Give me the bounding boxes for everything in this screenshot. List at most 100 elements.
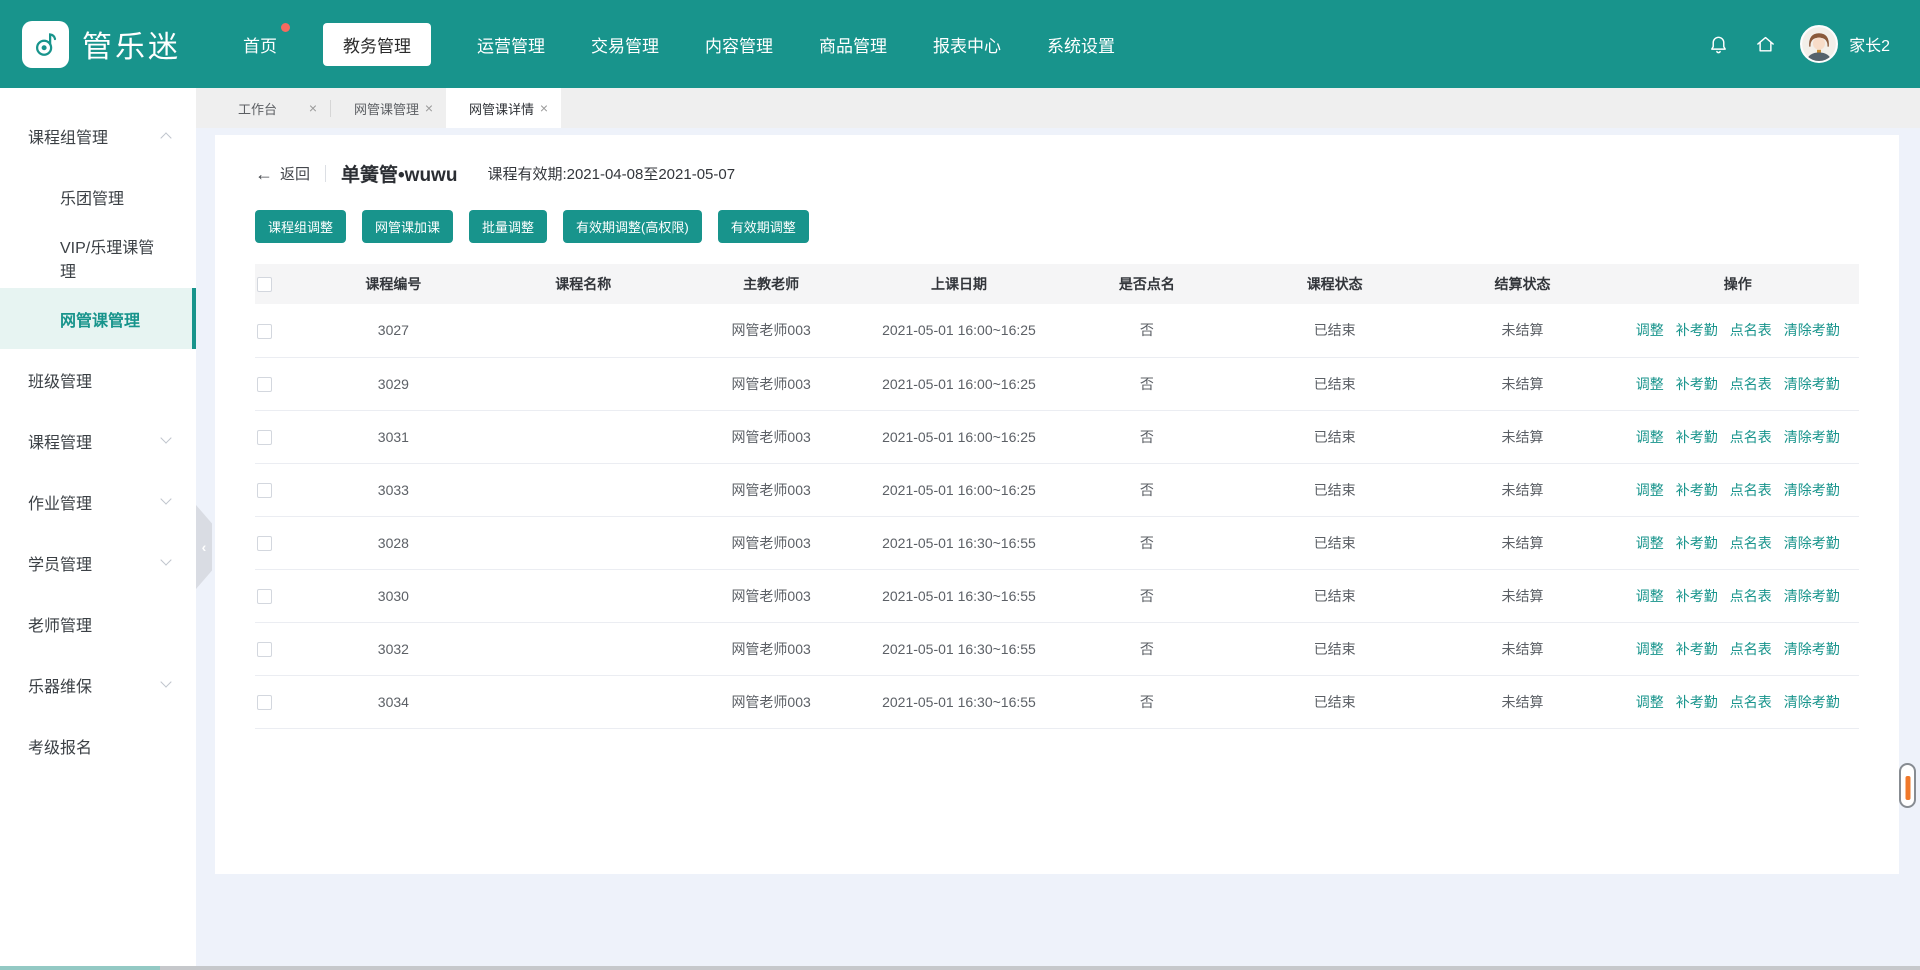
- cell-course-id: 3029: [297, 357, 489, 410]
- cell-status: 已结束: [1241, 569, 1429, 622]
- course-table: 课程编号课程名称主教老师上课日期是否点名课程状态结算状态操作 3027网管老师0…: [255, 264, 1859, 729]
- content-panel: ← 返回 单簧管•wuwu 课程有效期:2021-04-08至2021-05-0…: [215, 135, 1899, 874]
- row-action-点名表[interactable]: 点名表: [1730, 322, 1772, 338]
- row-action-清除考勤[interactable]: 清除考勤: [1784, 694, 1840, 710]
- notification-dot: [281, 23, 290, 32]
- cell-date: 2021-05-01 16:00~16:25: [865, 463, 1053, 516]
- close-icon[interactable]: ×: [540, 101, 548, 115]
- row-action-补考勤[interactable]: 补考勤: [1676, 376, 1718, 392]
- row-checkbox-cell: [255, 410, 297, 463]
- cell-operations: 调整补考勤点名表清除考勤: [1616, 516, 1859, 569]
- nav-item-教务管理[interactable]: 教务管理: [323, 23, 431, 66]
- sidebar-item-VIP/乐理课管理[interactable]: VIP/乐理课管理: [0, 227, 196, 288]
- row-action-补考勤[interactable]: 补考勤: [1676, 588, 1718, 604]
- row-checkbox[interactable]: [257, 483, 272, 498]
- sidebar-item-学员管理[interactable]: 学员管理: [0, 532, 196, 593]
- sidebar-item-课程管理[interactable]: 课程管理: [0, 410, 196, 471]
- row-action-点名表[interactable]: 点名表: [1730, 535, 1772, 551]
- sidebar: 课程组管理乐团管理VIP/乐理课管理网管课管理班级管理课程管理作业管理学员管理老…: [0, 88, 196, 970]
- horizontal-scrollbar[interactable]: [0, 966, 1920, 970]
- row-action-调整[interactable]: 调整: [1636, 588, 1664, 604]
- home-icon[interactable]: [1753, 32, 1777, 56]
- nav-item-交易管理[interactable]: 交易管理: [591, 23, 659, 66]
- row-checkbox[interactable]: [257, 536, 272, 551]
- row-action-调整[interactable]: 调整: [1636, 482, 1664, 498]
- row-action-点名表[interactable]: 点名表: [1730, 694, 1772, 710]
- avatar[interactable]: [1800, 25, 1838, 63]
- row-action-调整[interactable]: 调整: [1636, 694, 1664, 710]
- tab-网管课管理[interactable]: 网管课管理×: [331, 88, 446, 128]
- row-checkbox-cell: [255, 675, 297, 728]
- row-action-清除考勤[interactable]: 清除考勤: [1784, 535, 1840, 551]
- cell-operations: 调整补考勤点名表清除考勤: [1616, 622, 1859, 675]
- sidebar-item-课程组管理[interactable]: 课程组管理: [0, 105, 196, 166]
- row-action-调整[interactable]: 调整: [1636, 376, 1664, 392]
- cell-settle: 未结算: [1429, 357, 1617, 410]
- cell-course-id: 3032: [297, 622, 489, 675]
- row-action-点名表[interactable]: 点名表: [1730, 482, 1772, 498]
- sidebar-item-作业管理[interactable]: 作业管理: [0, 471, 196, 532]
- row-action-点名表[interactable]: 点名表: [1730, 641, 1772, 657]
- tab-网管课详情[interactable]: 网管课详情×: [446, 88, 561, 128]
- sidebar-item-班级管理[interactable]: 班级管理: [0, 349, 196, 410]
- bell-icon[interactable]: [1706, 32, 1730, 56]
- row-action-补考勤[interactable]: 补考勤: [1676, 535, 1718, 551]
- action-button-有效期调整[interactable]: 有效期调整: [718, 210, 809, 243]
- content-area: 工作台×网管课管理×网管课详情× ← 返回 单簧管•wuwu 课程有效期:202…: [196, 88, 1920, 970]
- nav-item-系统设置[interactable]: 系统设置: [1047, 23, 1115, 66]
- row-action-调整[interactable]: 调整: [1636, 641, 1664, 657]
- sidebar-item-考级报名[interactable]: 考级报名: [0, 715, 196, 776]
- row-action-点名表[interactable]: 点名表: [1730, 376, 1772, 392]
- action-button-网管课加课[interactable]: 网管课加课: [362, 210, 453, 243]
- row-action-清除考勤[interactable]: 清除考勤: [1784, 482, 1840, 498]
- sidebar-item-老师管理[interactable]: 老师管理: [0, 593, 196, 654]
- row-checkbox[interactable]: [257, 695, 272, 710]
- nav-item-商品管理[interactable]: 商品管理: [819, 23, 887, 66]
- row-action-清除考勤[interactable]: 清除考勤: [1784, 376, 1840, 392]
- action-button-课程组调整[interactable]: 课程组调整: [255, 210, 346, 243]
- tab-工作台[interactable]: 工作台×: [215, 88, 330, 128]
- row-action-补考勤[interactable]: 补考勤: [1676, 482, 1718, 498]
- row-action-补考勤[interactable]: 补考勤: [1676, 322, 1718, 338]
- back-label: 返回: [280, 163, 310, 184]
- row-checkbox[interactable]: [257, 430, 272, 445]
- sidebar-item-label: 老师管理: [28, 612, 92, 636]
- cell-rollcall: 否: [1053, 675, 1241, 728]
- cell-status: 已结束: [1241, 357, 1429, 410]
- row-checkbox[interactable]: [257, 589, 272, 604]
- row-action-清除考勤[interactable]: 清除考勤: [1784, 429, 1840, 445]
- close-icon[interactable]: ×: [425, 101, 433, 115]
- row-checkbox[interactable]: [257, 324, 272, 339]
- row-action-补考勤[interactable]: 补考勤: [1676, 641, 1718, 657]
- column-header-课程状态: 课程状态: [1241, 264, 1429, 304]
- row-action-调整[interactable]: 调整: [1636, 429, 1664, 445]
- row-checkbox[interactable]: [257, 377, 272, 392]
- vertical-scrollbar[interactable]: [1899, 763, 1916, 808]
- row-action-点名表[interactable]: 点名表: [1730, 588, 1772, 604]
- sidebar-item-乐团管理[interactable]: 乐团管理: [0, 166, 196, 227]
- row-action-补考勤[interactable]: 补考勤: [1676, 694, 1718, 710]
- sidebar-item-label: 课程管理: [28, 429, 92, 453]
- row-action-调整[interactable]: 调整: [1636, 535, 1664, 551]
- back-button[interactable]: ← 返回: [255, 163, 310, 184]
- sidebar-item-网管课管理[interactable]: 网管课管理: [0, 288, 196, 349]
- close-icon[interactable]: ×: [309, 101, 317, 115]
- action-button-有效期调整(高权限)[interactable]: 有效期调整(高权限): [563, 210, 702, 243]
- row-action-补考勤[interactable]: 补考勤: [1676, 429, 1718, 445]
- row-action-调整[interactable]: 调整: [1636, 322, 1664, 338]
- row-action-点名表[interactable]: 点名表: [1730, 429, 1772, 445]
- nav-item-报表中心[interactable]: 报表中心: [933, 23, 1001, 66]
- row-action-清除考勤[interactable]: 清除考勤: [1784, 588, 1840, 604]
- select-all-checkbox[interactable]: [257, 277, 272, 292]
- nav-item-首页[interactable]: 首页: [243, 23, 277, 66]
- nav-item-内容管理[interactable]: 内容管理: [705, 23, 773, 66]
- row-action-清除考勤[interactable]: 清除考勤: [1784, 641, 1840, 657]
- nav-item-运营管理[interactable]: 运营管理: [477, 23, 545, 66]
- cell-teacher: 网管老师003: [677, 463, 865, 516]
- sidebar-item-乐器维保[interactable]: 乐器维保: [0, 654, 196, 715]
- row-action-清除考勤[interactable]: 清除考勤: [1784, 322, 1840, 338]
- brand[interactable]: 管乐迷: [22, 21, 181, 68]
- row-checkbox[interactable]: [257, 642, 272, 657]
- username[interactable]: 家长2: [1849, 32, 1890, 56]
- action-button-批量调整[interactable]: 批量调整: [469, 210, 547, 243]
